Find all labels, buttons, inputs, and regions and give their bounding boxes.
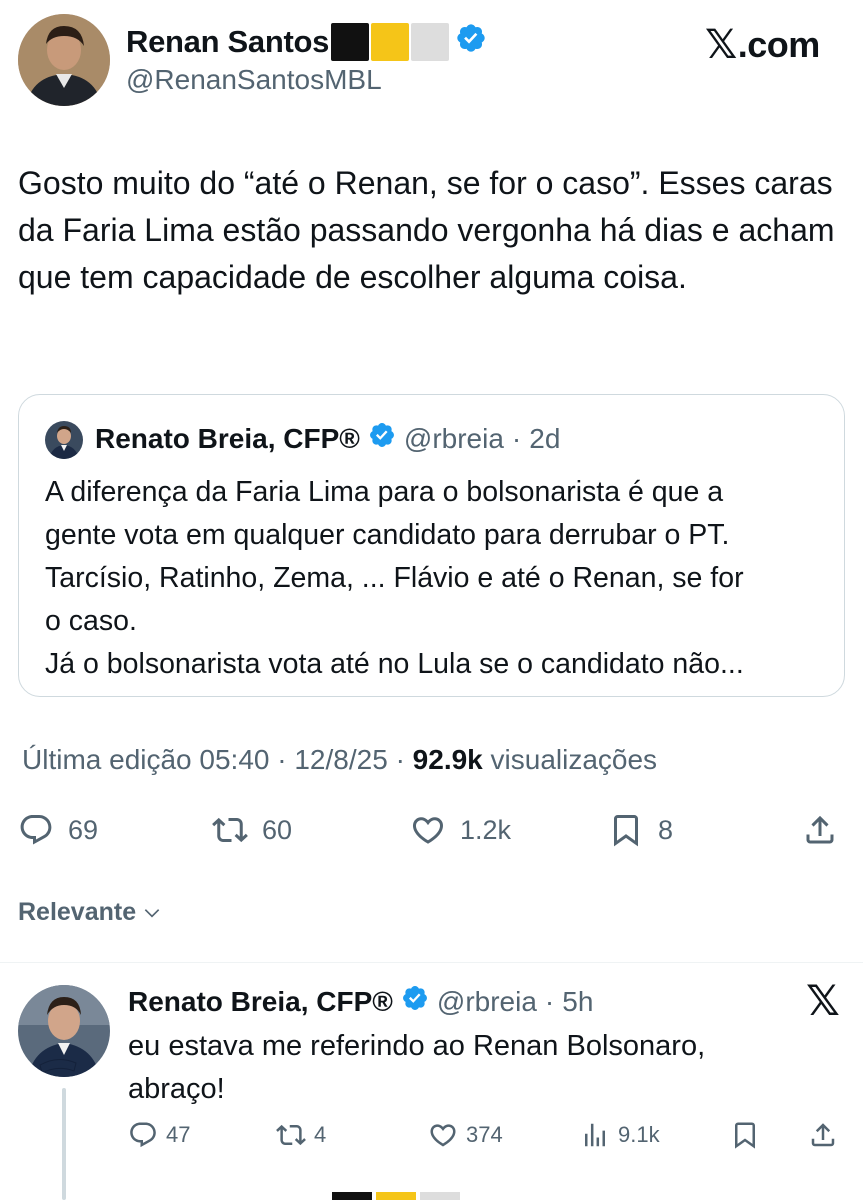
yellow-square-emoji bbox=[371, 23, 410, 61]
quoted-text-line: o caso. bbox=[45, 605, 137, 637]
quoted-author-name[interactable]: Renato Breia, CFP® bbox=[95, 423, 360, 455]
next-tweet-emoji-peek bbox=[332, 1192, 460, 1200]
like-count: 1.2k bbox=[460, 814, 512, 845]
quoted-tweet-age[interactable]: 2d bbox=[529, 423, 560, 455]
reply-share-button[interactable] bbox=[808, 1120, 838, 1150]
share-button[interactable] bbox=[802, 812, 838, 848]
divider bbox=[0, 962, 863, 963]
sort-dropdown[interactable]: Relevante bbox=[18, 898, 162, 927]
reply-author-row[interactable]: Renato Breia, CFP® @rbreia · 5h bbox=[128, 984, 593, 1019]
reply-repost-count: 4 bbox=[314, 1122, 327, 1147]
reply-author-handle[interactable]: @rbreia bbox=[437, 986, 537, 1018]
reply-text-line: abraço! bbox=[128, 1073, 225, 1105]
quoted-author-avatar[interactable] bbox=[45, 421, 83, 459]
heart-icon bbox=[430, 1124, 456, 1147]
reply-text: eu estava me referindo ao Renan Bolsonar… bbox=[128, 1025, 828, 1111]
white-square-emoji bbox=[420, 1192, 460, 1200]
meta-separator: · bbox=[544, 985, 555, 1017]
reply-icon bbox=[20, 815, 52, 845]
like-button[interactable]: 1.2k bbox=[410, 812, 511, 848]
quoted-tweet-card[interactable]: Renato Breia, CFP® @rbreia · 2d A diferenç… bbox=[18, 394, 845, 697]
quoted-text-line: Tarcísio, Ratinho, Zema, ... Flávio e at… bbox=[45, 562, 744, 594]
quoted-author-handle[interactable]: @rbreia bbox=[404, 423, 504, 455]
bookmark-button[interactable]: 8 bbox=[608, 812, 673, 848]
author-name[interactable]: Renan Santos bbox=[126, 24, 329, 60]
verified-badge-icon bbox=[401, 984, 429, 1019]
quoted-text-line: gente vota em qualquer candidato para de… bbox=[45, 519, 730, 551]
edit-timestamp[interactable]: Última edição 05:40 · 12/8/25 bbox=[22, 744, 388, 775]
black-square-emoji bbox=[332, 1192, 372, 1200]
reply-text-line: eu estava me referindo ao Renan Bolsonar… bbox=[128, 1030, 706, 1062]
meta-separator: · bbox=[511, 422, 522, 454]
yellow-square-emoji bbox=[376, 1192, 416, 1200]
repost-button[interactable]: 60 bbox=[212, 812, 292, 848]
reply-count: 69 bbox=[68, 814, 99, 845]
reply-bookmark-button[interactable] bbox=[730, 1120, 760, 1150]
quoted-author-photo bbox=[45, 421, 83, 459]
chevron-down-icon bbox=[144, 908, 160, 918]
reply-reply-button[interactable]: 47 bbox=[128, 1120, 190, 1150]
reply-age[interactable]: 5h bbox=[562, 986, 593, 1018]
reply-author-photo bbox=[18, 985, 110, 1077]
reply-author-avatar[interactable] bbox=[18, 985, 110, 1077]
repost-count: 60 bbox=[262, 814, 293, 845]
verified-badge-icon bbox=[368, 421, 396, 456]
quoted-text-line: A diferença da Faria Lima para o bolsona… bbox=[45, 476, 724, 508]
bookmark-icon bbox=[735, 1122, 755, 1149]
verified-badge-icon bbox=[455, 22, 487, 62]
x-logo-icon: 𝕏 bbox=[806, 977, 840, 1024]
reply-author-name[interactable]: Renato Breia, CFP® bbox=[128, 986, 393, 1018]
analytics-icon bbox=[585, 1123, 605, 1147]
white-square-emoji bbox=[411, 23, 450, 61]
share-icon bbox=[806, 815, 834, 844]
heart-icon bbox=[412, 817, 444, 844]
views-count: 92.9k bbox=[412, 744, 483, 775]
x-logo-text: .com bbox=[737, 24, 821, 65]
repost-icon bbox=[276, 1124, 306, 1146]
quoted-text-line: Já o bolsonarista vota até no Lula se o … bbox=[45, 648, 744, 680]
share-icon bbox=[811, 1123, 835, 1147]
reply-like-button[interactable]: 374 bbox=[428, 1120, 503, 1150]
reply-repost-button[interactable]: 4 bbox=[276, 1120, 326, 1150]
quoted-author-row[interactable]: Renato Breia, CFP® @rbreia · 2d bbox=[95, 421, 560, 456]
reply-views-button[interactable]: 9.1k bbox=[580, 1120, 660, 1150]
tweet-text: Gosto muito do “até o Renan, se for o ca… bbox=[18, 165, 835, 295]
quoted-tweet-text: A diferença da Faria Lima para o bolsona… bbox=[45, 471, 825, 686]
author-name-row[interactable]: Renan Santos bbox=[126, 22, 487, 62]
reply-button[interactable]: 69 bbox=[18, 812, 98, 848]
bookmark-count: 8 bbox=[658, 814, 674, 845]
black-square-emoji bbox=[331, 23, 370, 61]
bookmark-icon bbox=[614, 815, 638, 847]
x-logo-icon: 𝕏 bbox=[705, 23, 737, 67]
author-handle[interactable]: @RenanSantosMBL bbox=[126, 64, 382, 96]
reply-like-count: 374 bbox=[466, 1122, 503, 1147]
meta-separator: · bbox=[395, 744, 405, 775]
reply-icon bbox=[130, 1122, 156, 1148]
x-logo: 𝕏 .com bbox=[705, 22, 820, 68]
author-avatar[interactable] bbox=[18, 14, 110, 106]
thread-line bbox=[62, 1088, 66, 1200]
repost-icon bbox=[212, 817, 248, 843]
sort-label: Relevante bbox=[18, 898, 137, 926]
reply-views-count: 9.1k bbox=[618, 1122, 660, 1147]
reply-reply-count: 47 bbox=[166, 1122, 191, 1147]
tweet-meta: Última edição 05:40 · 12/8/25 · 92.9k vi… bbox=[22, 744, 657, 776]
views-label: visualizações bbox=[490, 744, 658, 775]
author-photo bbox=[18, 14, 110, 106]
